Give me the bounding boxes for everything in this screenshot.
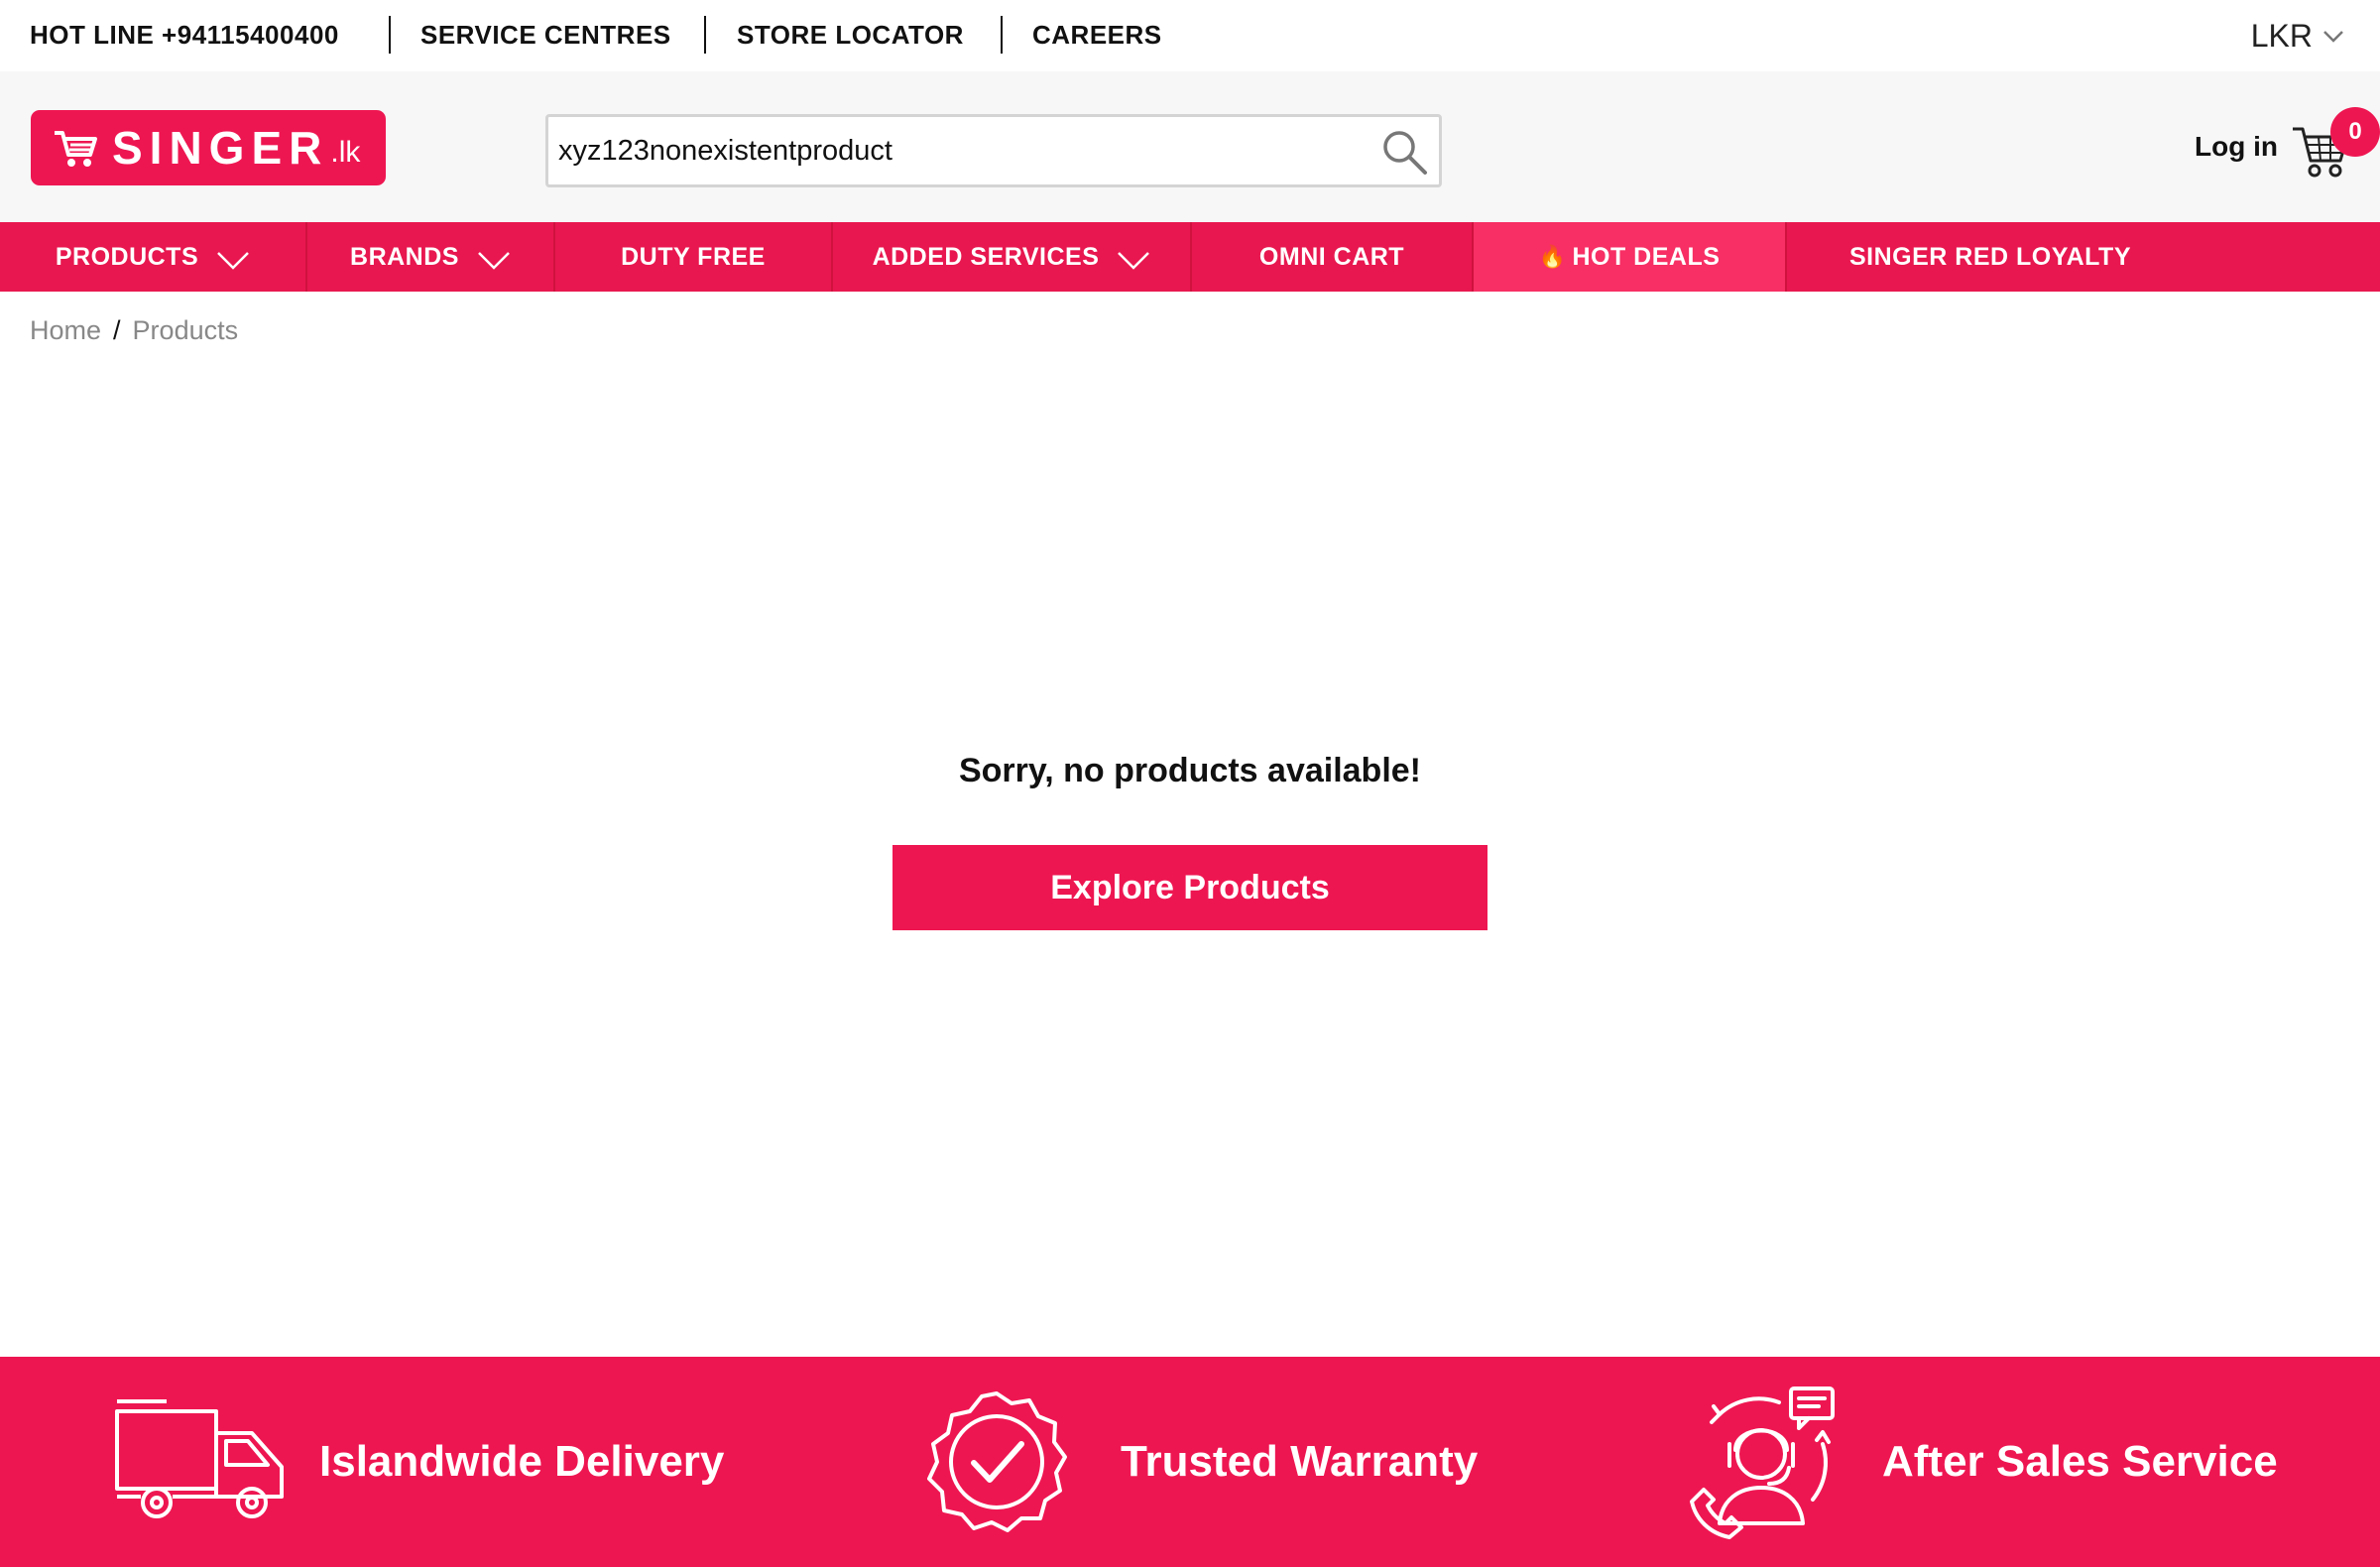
hotline-link[interactable]: HOT LINE +94115400400	[30, 20, 339, 51]
features-strip: Islandwide Delivery Trusted Warranty Aft…	[0, 1357, 2380, 1567]
feature-delivery: Islandwide Delivery	[111, 1357, 724, 1567]
feature-label: Islandwide Delivery	[319, 1437, 725, 1486]
nav-item-singer-red-loyalty[interactable]: SINGER RED LOYALTY	[1787, 222, 2194, 292]
nav-item-label: DUTY FREE	[621, 242, 766, 271]
login-link[interactable]: Log in	[2195, 131, 2278, 163]
main-nav: PRODUCTS BRANDS DUTY FREE ADDED SERVICES…	[0, 222, 2380, 292]
nav-item-label: PRODUCTS	[55, 242, 199, 271]
flame-icon: 🔥	[1538, 244, 1567, 269]
currency-label: LKR	[2250, 18, 2313, 54]
explore-products-button[interactable]: Explore Products	[892, 845, 1488, 930]
service-centres-link[interactable]: SERVICE CENTRES	[420, 20, 671, 51]
feature-after-sales: After Sales Service	[1684, 1357, 2278, 1567]
nav-item-omni-cart[interactable]: OMNI CART	[1192, 222, 1474, 292]
search-button[interactable]	[1375, 123, 1433, 181]
customer-support-icon	[1690, 1386, 1835, 1539]
empty-state-message: Sorry, no products available!	[958, 752, 1422, 789]
warranty-badge-icon	[927, 1391, 1067, 1532]
shopping-cart-icon	[55, 131, 97, 167]
feature-label: Trusted Warranty	[1121, 1437, 1479, 1486]
nav-item-products[interactable]: PRODUCTS	[0, 222, 307, 292]
breadcrumb: Home / Products	[30, 315, 238, 346]
breadcrumb-current: Products	[132, 315, 239, 345]
nav-item-hot-deals[interactable]: 🔥 HOT DEALS	[1474, 222, 1787, 292]
careers-link[interactable]: CAREERS	[1032, 20, 1162, 51]
search-icon	[1383, 131, 1427, 175]
feature-warranty: Trusted Warranty	[922, 1357, 1478, 1567]
nav-item-brands[interactable]: BRANDS	[307, 222, 555, 292]
chevron-down-icon	[1118, 252, 1150, 270]
logo-brand: SINGER	[112, 122, 329, 174]
currency-selector[interactable]: LKR	[2251, 18, 2344, 55]
logo-tld: .lk	[330, 136, 361, 169]
feature-label: After Sales Service	[1882, 1437, 2278, 1486]
nav-item-label: ADDED SERVICES	[872, 242, 1100, 271]
store-locator-link[interactable]: STORE LOCATOR	[737, 20, 964, 51]
chevron-down-icon	[2323, 30, 2343, 43]
breadcrumb-separator: /	[113, 315, 121, 345]
nav-item-label: BRANDS	[350, 242, 459, 271]
search-input[interactable]	[558, 127, 1371, 175]
breadcrumb-home[interactable]: Home	[30, 315, 101, 346]
chevron-down-icon	[217, 252, 250, 270]
nav-item-label: OMNI CART	[1258, 242, 1405, 271]
nav-item-duty-free[interactable]: DUTY FREE	[555, 222, 833, 292]
divider	[389, 16, 391, 54]
site-header: SINGER .lk Log in 0	[0, 71, 2380, 222]
chevron-down-icon	[478, 252, 510, 270]
nav-item-label: SINGER RED LOYALTY	[1848, 242, 2132, 271]
divider	[1001, 16, 1003, 54]
nav-item-added-services[interactable]: ADDED SERVICES	[833, 222, 1192, 292]
nav-item-label: HOT DEALS	[1572, 242, 1721, 271]
search-box	[545, 114, 1442, 187]
divider	[704, 16, 706, 54]
singer-logo[interactable]: SINGER .lk	[31, 110, 386, 185]
cart-count-badge: 0	[2330, 107, 2380, 157]
top-utility-bar: HOT LINE +94115400400 SERVICE CENTRES ST…	[0, 0, 2380, 71]
delivery-truck-icon	[115, 1399, 284, 1518]
